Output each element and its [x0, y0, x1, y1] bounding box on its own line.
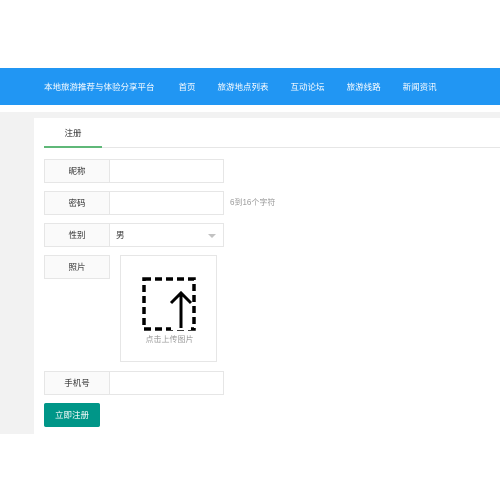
photo-row: 照片 点击上传图片	[44, 255, 224, 362]
gender-select[interactable]: 男	[110, 223, 224, 247]
nav-item-destinations[interactable]: 旅游地点列表	[218, 81, 269, 93]
upload-icon	[142, 277, 196, 331]
photo-upload-area[interactable]: 点击上传图片	[120, 255, 217, 362]
gender-row: 性别 男	[44, 223, 224, 247]
nav-item-news[interactable]: 新闻资讯	[403, 81, 437, 93]
main-navbar: 本地旅游推荐与体验分享平台 首页 旅游地点列表 互动论坛 旅游线路 新闻资讯	[0, 68, 500, 105]
gender-select-value: 男	[116, 230, 125, 240]
phone-row: 手机号	[44, 371, 224, 395]
tab-register[interactable]: 注册	[44, 118, 102, 148]
password-hint: 6到16个字符	[230, 198, 276, 207]
nav-item-forum[interactable]: 互动论坛	[291, 81, 325, 93]
nav-item-home[interactable]: 首页	[179, 81, 196, 93]
phone-input[interactable]	[110, 371, 224, 395]
password-input[interactable]	[110, 191, 224, 215]
password-label: 密码	[44, 191, 110, 215]
photo-label: 照片	[44, 255, 110, 279]
upload-hint-text: 点击上传图片	[145, 335, 194, 344]
nav-item-routes[interactable]: 旅游线路	[347, 81, 381, 93]
nickname-label: 昵称	[44, 159, 110, 183]
register-submit-button[interactable]: 立即注册	[44, 403, 100, 427]
nav-brand[interactable]: 本地旅游推荐与体验分享平台	[44, 81, 155, 93]
nickname-row: 昵称	[44, 159, 224, 183]
tab-bar: 注册	[44, 118, 500, 148]
top-blank-bar	[0, 0, 500, 68]
gender-label: 性别	[44, 223, 110, 247]
phone-label: 手机号	[44, 371, 110, 395]
register-panel: 注册 昵称 密码 6到16个字符 性别 男 照片 点击上传图片 手机号 立即注册	[34, 118, 500, 434]
password-row: 密码 6到16个字符	[44, 191, 275, 215]
chevron-down-icon	[208, 234, 216, 238]
nickname-input[interactable]	[110, 159, 224, 183]
